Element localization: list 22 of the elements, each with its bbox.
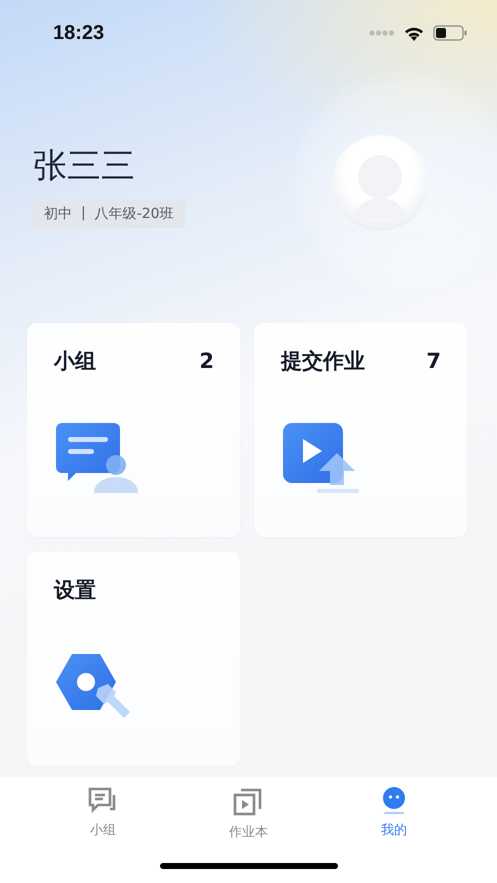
- signal-icon: [369, 30, 395, 36]
- card-count: 7: [426, 349, 441, 373]
- menu-card[interactable]: 小组 2: [27, 323, 240, 537]
- menu-card[interactable]: 提交作业 7: [254, 323, 467, 537]
- tab-item[interactable]: 作业本: [203, 787, 294, 841]
- menu-card[interactable]: 设置: [27, 552, 240, 766]
- wifi-icon: [404, 26, 424, 40]
- tab-item[interactable]: 小组: [58, 787, 148, 841]
- video-icon: [233, 787, 264, 817]
- tag-separator: |: [81, 205, 86, 223]
- tab-item[interactable]: 我的: [349, 787, 440, 841]
- card-count: 2: [199, 349, 214, 373]
- card-title: 小组: [54, 348, 96, 375]
- user-name: 张三三: [33, 146, 136, 186]
- chat-icon: [88, 787, 118, 815]
- card-title: 提交作业: [281, 348, 365, 375]
- status-time: 18:23: [53, 22, 104, 44]
- face-icon: [382, 787, 406, 815]
- class-name: 八年级-20班: [94, 205, 174, 223]
- battery-icon: [433, 25, 467, 41]
- card-title: 设置: [54, 577, 96, 604]
- school-level: 初中: [44, 205, 72, 223]
